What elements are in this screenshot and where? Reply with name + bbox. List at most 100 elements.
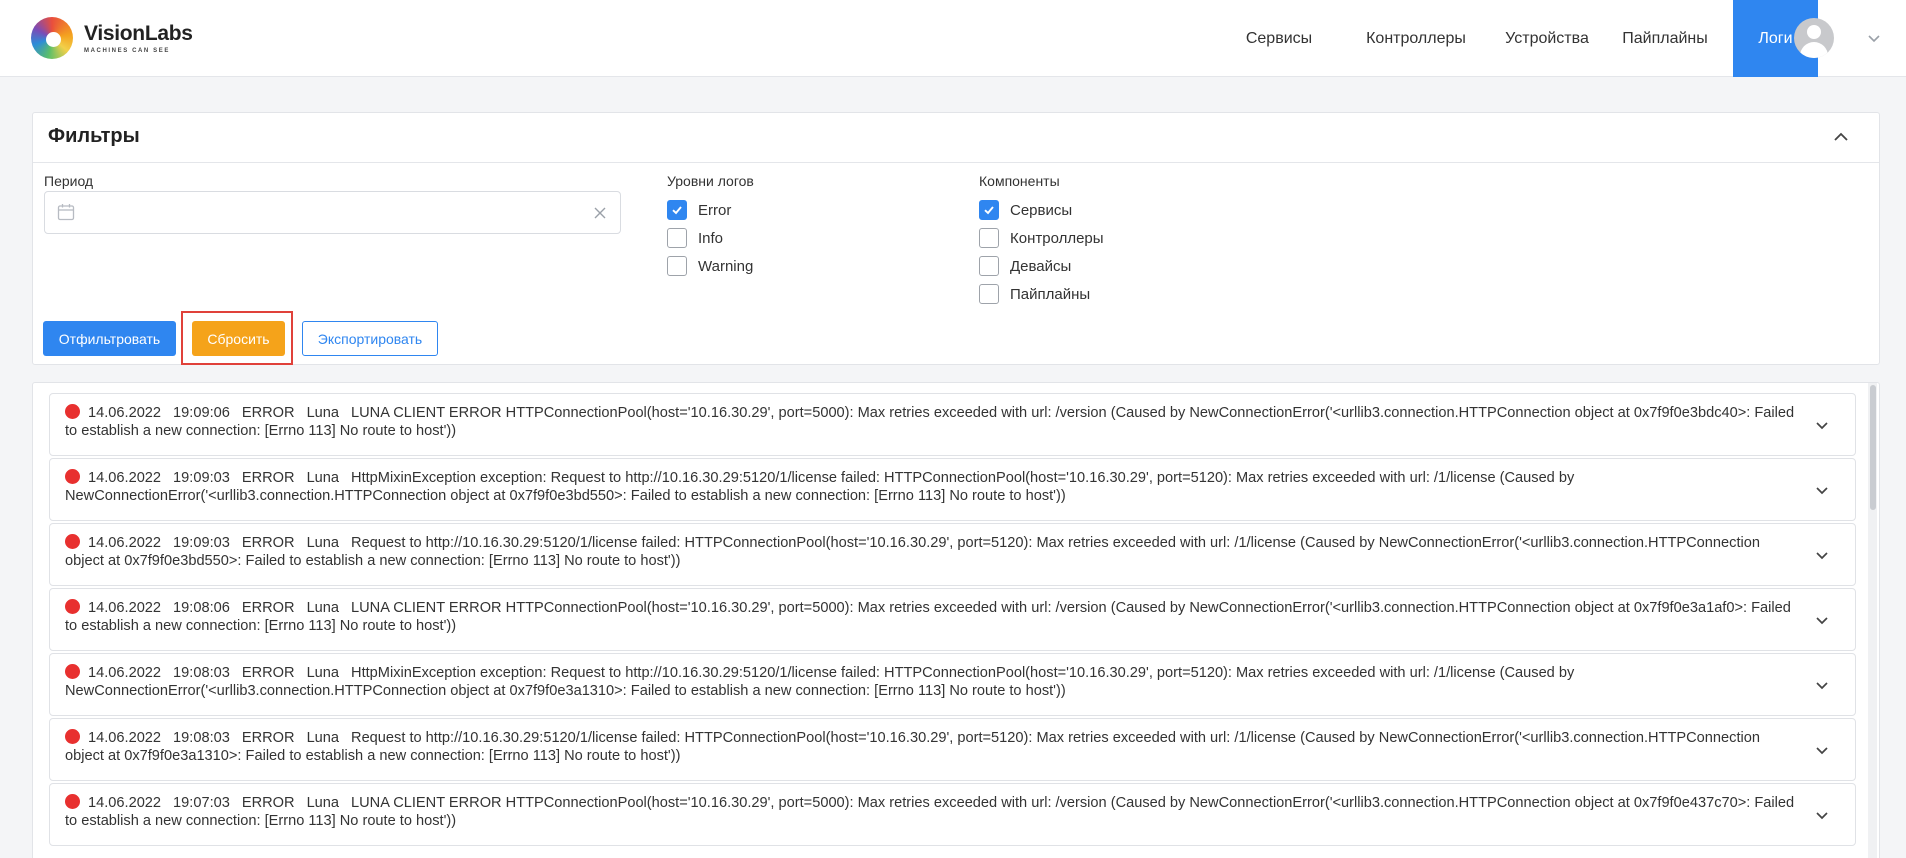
filter-button[interactable]: Отфильтровать: [43, 321, 176, 356]
divider: [33, 162, 1879, 163]
calendar-icon[interactable]: [56, 202, 76, 222]
log-time: 19:08:03: [173, 730, 230, 746]
export-button[interactable]: Экспортировать: [302, 321, 438, 356]
checkbox[interactable]: [667, 228, 687, 248]
checkbox[interactable]: [979, 284, 999, 304]
chevron-down-icon[interactable]: [1866, 30, 1882, 46]
log-source: Luna: [306, 405, 340, 421]
log-entry-text: 14.06.2022 19:09:03 ERROR Luna Request to ht…: [65, 534, 1795, 570]
log-time: 19:08:06: [173, 600, 230, 616]
component-services-checkbox[interactable]: Сервисы: [979, 200, 1072, 220]
log-level: ERROR: [241, 795, 295, 811]
log-level: ERROR: [241, 665, 295, 681]
log-source: Luna: [306, 665, 340, 681]
period-label: Период: [44, 173, 94, 189]
log-entry-4[interactable]: 14.06.2022 19:08:06 ERROR Luna LUNA CLIENT E…: [49, 588, 1856, 651]
log-source: Luna: [306, 470, 340, 486]
log-entry-1[interactable]: 14.06.2022 19:09:06 ERROR Luna LUNA CLIENT E…: [49, 393, 1856, 456]
scrollbar-thumb[interactable]: [1870, 385, 1876, 510]
log-level: ERROR: [241, 470, 295, 486]
period-input[interactable]: [44, 191, 621, 234]
log-level: ERROR: [241, 600, 295, 616]
brand-name: VisionLabs: [84, 21, 193, 45]
log-level: ERROR: [241, 405, 295, 421]
chevron-down-icon[interactable]: [1813, 481, 1831, 499]
log-level: ERROR: [241, 535, 295, 551]
chevron-up-icon[interactable]: [1830, 126, 1852, 148]
log-levels-label: Уровни логов: [667, 173, 754, 189]
log-entry-text: 14.06.2022 19:08:03 ERROR Luna Request to ht…: [65, 729, 1795, 765]
nav-item-services[interactable]: Сервисы: [1228, 0, 1330, 77]
log-entry-text: 14.06.2022 19:07:03 ERROR Luna LUNA CLIENT E…: [65, 794, 1795, 830]
log-entry-5[interactable]: 14.06.2022 19:08:03 ERROR Luna HttpMixinExce…: [49, 653, 1856, 716]
error-status-icon: [65, 404, 80, 419]
check-icon: [672, 206, 682, 215]
level-info-checkbox[interactable]: Info: [667, 228, 723, 248]
chevron-down-icon[interactable]: [1813, 676, 1831, 694]
component-pipelines-label: Пайплайны: [1010, 285, 1091, 303]
chevron-down-icon[interactable]: [1813, 741, 1831, 759]
error-status-icon: [65, 794, 80, 809]
checkbox[interactable]: [667, 256, 687, 276]
log-time: 19:08:03: [173, 665, 230, 681]
error-status-icon: [65, 664, 80, 679]
chevron-down-icon[interactable]: [1813, 546, 1831, 564]
nav-item-controllers[interactable]: Контроллеры: [1350, 0, 1482, 77]
log-date: 14.06.2022: [88, 600, 162, 616]
component-pipelines-checkbox[interactable]: Пайплайны: [979, 284, 1090, 304]
log-entry-2[interactable]: 14.06.2022 19:09:03 ERROR Luna HttpMixinExce…: [49, 458, 1856, 521]
avatar[interactable]: [1794, 18, 1834, 58]
component-services-label: Сервисы: [1010, 201, 1073, 219]
checkbox[interactable]: [979, 256, 999, 276]
brand-logo[interactable]: VisionLabs MACHINES CAN SEE: [31, 17, 193, 59]
brand-tagline: MACHINES CAN SEE: [84, 47, 170, 54]
clear-icon[interactable]: [592, 205, 608, 221]
chevron-down-icon[interactable]: [1813, 806, 1831, 824]
error-status-icon: [65, 469, 80, 484]
nav-item-devices[interactable]: Устройства: [1494, 0, 1600, 77]
log-date: 14.06.2022: [88, 795, 162, 811]
log-level: ERROR: [241, 730, 295, 746]
level-info-label: Info: [698, 229, 724, 247]
error-status-icon: [65, 534, 80, 549]
log-entry-text: 14.06.2022 19:08:03 ERROR Luna HttpMixinExce…: [65, 664, 1795, 700]
log-date: 14.06.2022: [88, 665, 162, 681]
log-entry-text: 14.06.2022 19:09:06 ERROR Luna LUNA CLIENT E…: [65, 404, 1795, 440]
log-source: Luna: [306, 730, 340, 746]
component-devices-checkbox[interactable]: Девайсы: [979, 256, 1071, 276]
log-date: 14.06.2022: [88, 535, 162, 551]
chevron-down-icon[interactable]: [1813, 611, 1831, 629]
error-status-icon: [65, 729, 80, 744]
components-label: Компоненты: [979, 173, 1060, 189]
log-time: 19:09:06: [173, 405, 230, 421]
level-warning-checkbox[interactable]: Warning: [667, 256, 753, 276]
log-time: 19:07:03: [173, 795, 230, 811]
reset-highlight-box: [181, 311, 293, 365]
checkbox[interactable]: [979, 228, 999, 248]
log-time: 19:09:03: [173, 535, 230, 551]
log-date: 14.06.2022: [88, 730, 162, 746]
log-date: 14.06.2022: [88, 470, 162, 486]
log-date: 14.06.2022: [88, 405, 162, 421]
chevron-down-icon[interactable]: [1813, 416, 1831, 434]
log-entry-3[interactable]: 14.06.2022 19:09:03 ERROR Luna Request to ht…: [49, 523, 1856, 586]
log-source: Luna: [306, 535, 340, 551]
checkbox-checked[interactable]: [979, 200, 999, 220]
log-entry-text: 14.06.2022 19:09:03 ERROR Luna HttpMixinExce…: [65, 469, 1795, 505]
check-icon: [984, 206, 994, 215]
component-controllers-checkbox[interactable]: Контроллеры: [979, 228, 1104, 248]
log-source: Luna: [306, 600, 340, 616]
nav-item-pipelines[interactable]: Пайплайны: [1612, 0, 1718, 77]
log-source: Luna: [306, 795, 340, 811]
filters-title: Фильтры: [48, 125, 140, 147]
log-time: 19:09:03: [173, 470, 230, 486]
logo-icon: [31, 17, 73, 59]
checkbox-checked[interactable]: [667, 200, 687, 220]
top-header: VisionLabs MACHINES CAN SEE Сервисы Конт…: [0, 0, 1906, 77]
level-error-checkbox[interactable]: Error: [667, 200, 731, 220]
filters-panel: Фильтры Период Уровни логов Error Info W…: [32, 112, 1880, 365]
log-entry-7[interactable]: 14.06.2022 19:07:03 ERROR Luna LUNA CLIENT E…: [49, 783, 1856, 846]
log-entry-6[interactable]: 14.06.2022 19:08:03 ERROR Luna Request to ht…: [49, 718, 1856, 781]
component-devices-label: Девайсы: [1010, 257, 1072, 275]
logs-list: 14.06.2022 19:09:06 ERROR Luna LUNA CLIENT E…: [32, 382, 1880, 858]
